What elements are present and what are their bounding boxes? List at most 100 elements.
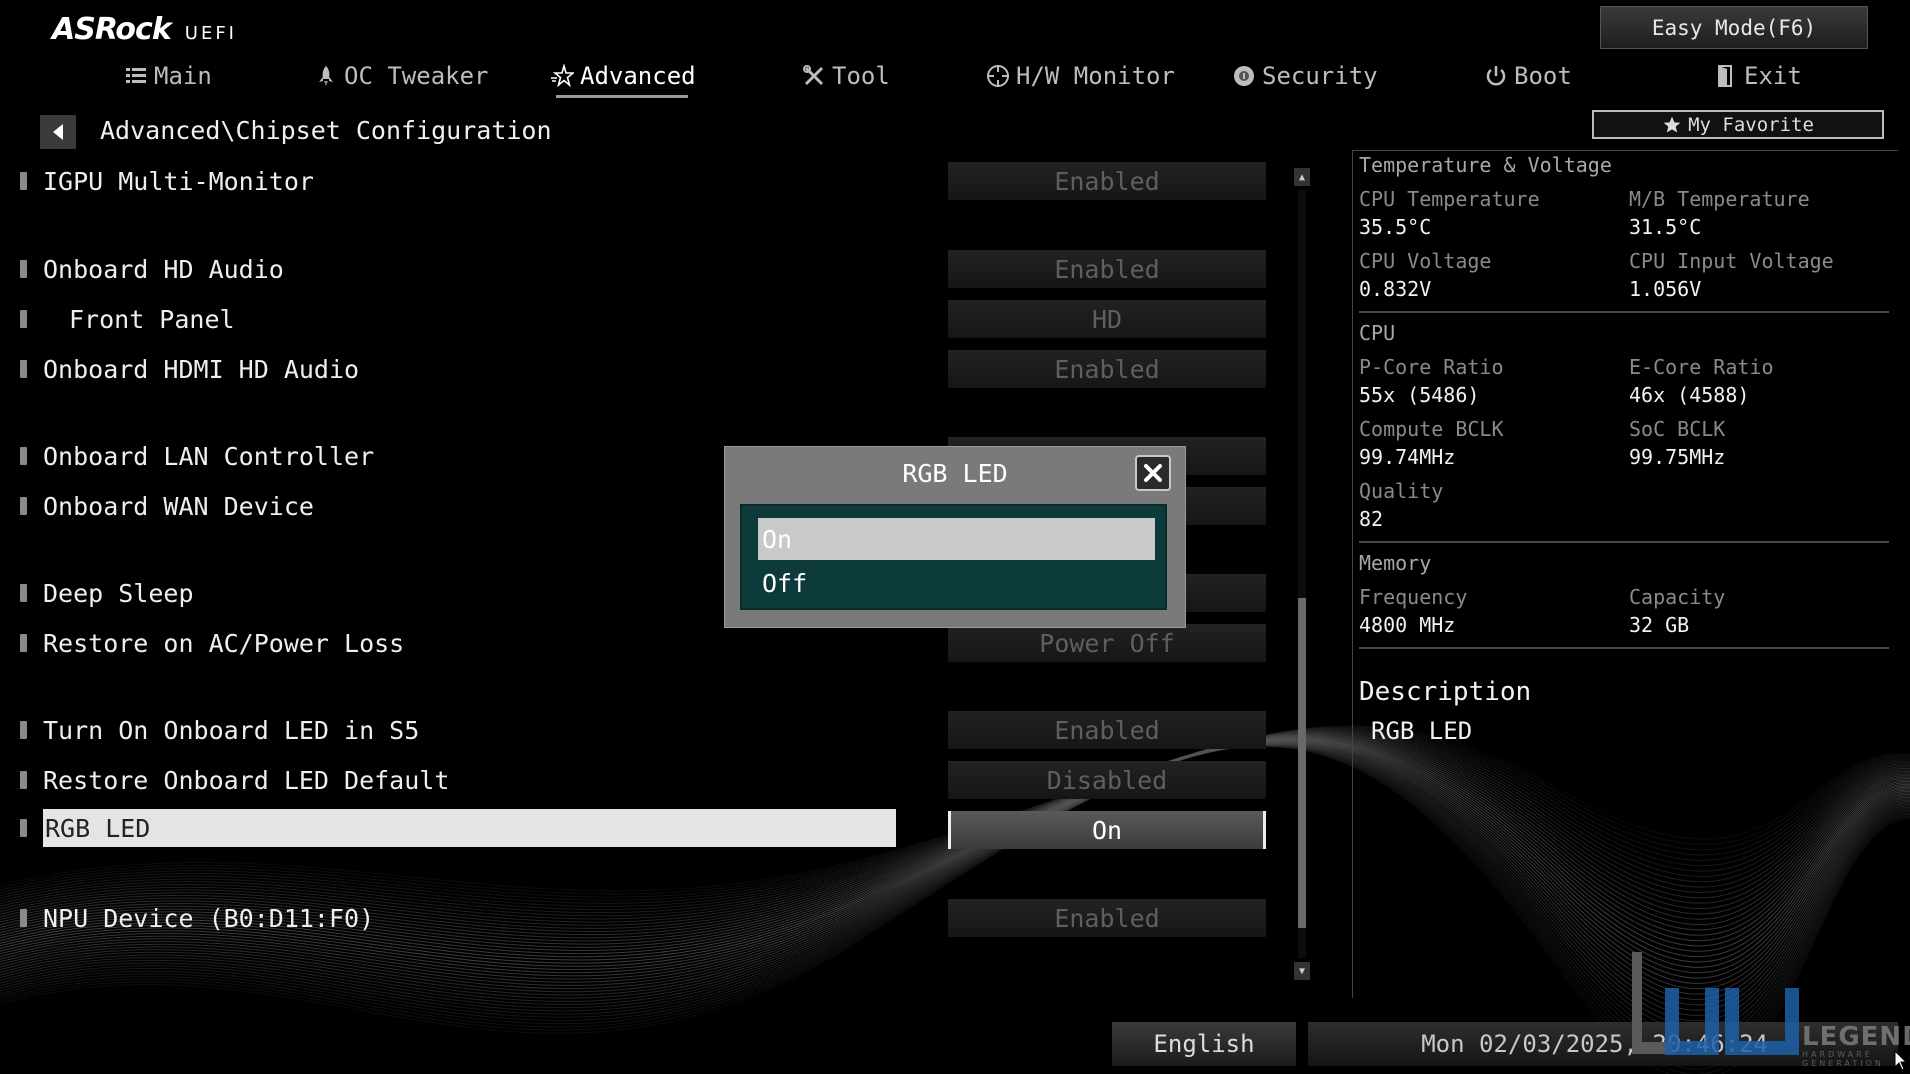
temp-voltage-title: Temperature & Voltage (1359, 153, 1612, 177)
tab-hw-monitor[interactable]: H/W Monitor (986, 58, 1175, 94)
setting-onboard-hd-audio[interactable]: Onboard HD Audio (20, 252, 284, 286)
quality-value: 82 (1359, 507, 1384, 531)
option-on[interactable]: On (758, 518, 1155, 560)
soc-bclk-value: 99.75MHz (1629, 445, 1726, 469)
setting-rgb-led[interactable]: RGB LED (20, 809, 896, 847)
description-text: RGB LED (1371, 717, 1473, 745)
ecore-ratio-label: E-Core Ratio (1629, 355, 1774, 379)
watermark-text: LEGEND (1802, 1022, 1910, 1052)
tab-main[interactable]: Main (124, 58, 212, 94)
my-favorite-button[interactable]: My Favorite (1592, 110, 1884, 139)
row-bullet (20, 497, 27, 515)
setting-label: IGPU Multi-Monitor (43, 166, 314, 196)
setting-label: Onboard HDMI HD Audio (43, 354, 360, 384)
setting-label: Restore on AC/Power Loss (43, 628, 405, 658)
tab-label: Advanced (580, 62, 696, 90)
cpu-input-voltage-label: CPU Input Voltage (1629, 249, 1834, 273)
setting-label: NPU Device (B0:D11:F0) (43, 903, 375, 933)
brand-text: ASRock (52, 12, 172, 47)
memory-capacity-label: Capacity (1629, 585, 1726, 609)
scroll-up-arrow-icon[interactable]: ▲ (1294, 168, 1310, 186)
setting-onboard-hdmi-hd-audio[interactable]: Onboard HDMI HD Audio (20, 352, 359, 386)
setting-label: Onboard LAN Controller (43, 441, 375, 471)
tab-label: OC Tweaker (344, 62, 489, 90)
setting-value[interactable]: Disabled (948, 761, 1266, 799)
setting-turn-on-onboard-led-in-s5[interactable]: Turn On Onboard LED in S5 (20, 713, 419, 747)
row-bullet (20, 447, 27, 465)
tab-boot[interactable]: Boot (1484, 58, 1572, 94)
breadcrumb: Advanced\Chipset Configuration (100, 116, 552, 145)
close-button[interactable] (1135, 455, 1171, 491)
tab-label: Security (1262, 62, 1378, 90)
legend-watermark-logo: LEGEND HARDWARE GENERATION (1630, 948, 1910, 1068)
info-panel: Temperature & Voltage CPU Temperature 35… (1352, 150, 1898, 998)
option-off[interactable]: Off (758, 562, 1155, 604)
compute-bclk-label: Compute BCLK (1359, 417, 1504, 441)
setting-value[interactable]: Enabled (948, 162, 1266, 200)
rocket-icon (319, 66, 333, 86)
back-button[interactable] (40, 115, 76, 149)
setting-front-panel[interactable]: Front Panel (20, 302, 235, 336)
tab-label: Boot (1514, 62, 1572, 90)
panel-divider (1359, 311, 1889, 313)
easy-mode-button[interactable]: Easy Mode(F6) (1600, 6, 1868, 49)
pcore-ratio-value: 55x (5486) (1359, 383, 1480, 407)
tab-label: Main (154, 62, 212, 90)
exit-door-icon (1718, 65, 1732, 87)
mouse-cursor-icon (1894, 1050, 1908, 1071)
tab-label: H/W Monitor (1016, 62, 1175, 90)
setting-onboard-lan-controller[interactable]: Onboard LAN Controller (20, 439, 374, 473)
ecore-ratio-value: 46x (4588) (1629, 383, 1750, 407)
memory-capacity-value: 32 GB (1629, 613, 1690, 637)
mb-temp-label: M/B Temperature (1629, 187, 1810, 211)
pcore-ratio-label: P-Core Ratio (1359, 355, 1504, 379)
setting-value-selected[interactable]: On (948, 811, 1266, 849)
panel-divider (1359, 647, 1889, 649)
setting-value[interactable]: Power Off (948, 624, 1266, 662)
back-arrow-icon (53, 124, 63, 140)
crosshair-icon (987, 65, 1009, 87)
shield-icon (1234, 66, 1254, 86)
cpu-voltage-label: CPU Voltage (1359, 249, 1492, 273)
watermark-subtext: HARDWARE GENERATION (1802, 1050, 1884, 1068)
tab-tool[interactable]: Tool (802, 58, 890, 94)
scrollbar[interactable]: ▲ ▼ (1294, 168, 1310, 980)
row-bullet (20, 172, 27, 190)
language-button[interactable]: English (1112, 1022, 1296, 1066)
setting-value[interactable]: Enabled (948, 250, 1266, 288)
watermark-emblem (1630, 952, 1799, 1055)
panel-divider (1359, 541, 1889, 543)
setting-igpu-multi-monitor[interactable]: IGPU Multi-Monitor (20, 164, 314, 198)
setting-npu-device[interactable]: NPU Device (B0:D11:F0) (20, 901, 374, 935)
setting-restore-onboard-led-default[interactable]: Restore Onboard LED Default (20, 763, 449, 797)
soc-bclk-label: SoC BCLK (1629, 417, 1726, 441)
setting-label: RGB LED (43, 809, 896, 847)
tab-label: Tool (832, 62, 890, 90)
setting-label: Turn On Onboard LED in S5 (43, 715, 420, 745)
setting-label: Front Panel (69, 304, 235, 334)
row-bullet (20, 909, 27, 927)
scroll-thumb[interactable] (1298, 598, 1306, 928)
row-bullet (20, 819, 27, 837)
tab-security[interactable]: Security (1232, 58, 1378, 94)
cpu-input-voltage-value: 1.056V (1629, 277, 1702, 301)
rgb-led-option-dialog: RGB LED On Off (724, 446, 1186, 628)
compute-bclk-value: 99.74MHz (1359, 445, 1456, 469)
description-title: Description (1359, 677, 1532, 707)
scroll-down-arrow-icon[interactable]: ▼ (1294, 962, 1310, 980)
setting-value[interactable]: HD (948, 300, 1266, 338)
setting-deep-sleep[interactable]: Deep Sleep (20, 576, 194, 610)
setting-label: Onboard HD Audio (43, 254, 284, 284)
tab-oc-tweaker[interactable]: OC Tweaker (314, 58, 489, 94)
row-bullet (20, 634, 27, 652)
setting-restore-on-ac-power-loss[interactable]: Restore on AC/Power Loss (20, 626, 404, 660)
cpu-temp-label: CPU Temperature (1359, 187, 1540, 211)
setting-label: Deep Sleep (43, 578, 194, 608)
setting-value[interactable]: Enabled (948, 350, 1266, 388)
row-bullet (20, 584, 27, 602)
setting-value[interactable]: Enabled (948, 899, 1266, 937)
tab-exit[interactable]: Exit (1714, 58, 1802, 94)
setting-value[interactable]: Enabled (948, 711, 1266, 749)
tab-advanced[interactable]: Advanced (550, 58, 696, 98)
setting-onboard-wan-device[interactable]: Onboard WAN Device (20, 489, 314, 523)
